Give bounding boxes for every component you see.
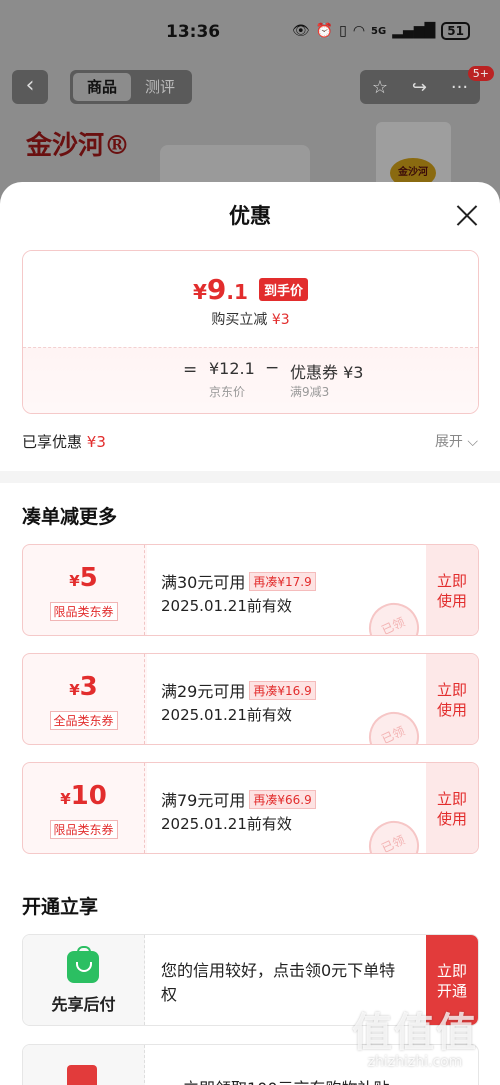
watermark-logo: 值值值 xyxy=(352,1010,478,1056)
coupon-value: ¥3 全品类东券 xyxy=(23,654,145,744)
message-badge: 5+ xyxy=(467,66,494,81)
vibrate-icon: ▯ xyxy=(339,23,347,39)
signal-icon: ▂▄▆█ xyxy=(392,23,436,39)
coupon-more-needed: 再凑¥17.9 xyxy=(249,572,316,591)
open-privilege-title: 开通立享 xyxy=(22,896,99,918)
coupon-details: 满30元可用 再凑¥17.9 2025.01.21前有效 已领 xyxy=(147,545,428,635)
status-time: 13:36 xyxy=(166,22,221,42)
final-price: ¥9.1 到手价 xyxy=(23,273,478,306)
price-breakdown: = ¥12.1 京东价 − 优惠券 ¥3 满9减3 xyxy=(23,347,478,413)
saving-text: 购买立减 ¥3 xyxy=(211,312,290,328)
coupon-more-needed: 再凑¥66.9 xyxy=(249,790,316,809)
nav-actions: ☆ ↪ ··· xyxy=(360,70,480,104)
coupon-card: ¥3 全品类东券 满29元可用 再凑¥16.9 2025.01.21前有效 已领 … xyxy=(22,653,479,745)
pay-later-brand: 先享后付 xyxy=(23,935,145,1025)
claimed-stamp: 已领 xyxy=(360,812,428,853)
site-watermark: 值值值 zhizhizhi.com xyxy=(340,1000,490,1070)
jd-price: ¥12.1 xyxy=(209,359,255,378)
tab-review[interactable]: 测评 xyxy=(131,73,189,101)
coupon-type: 限品类东券 xyxy=(49,602,118,621)
coupon-card: ¥5 限品类东券 满30元可用 再凑¥17.9 2025.01.21前有效 已领 … xyxy=(22,544,479,636)
pay-later-name: 先享后付 xyxy=(51,995,116,1014)
more-discount-title: 凑单减更多 xyxy=(22,506,118,528)
coupon-details: 满29元可用 再凑¥16.9 2025.01.21前有效 已领 xyxy=(147,654,428,744)
more-icon[interactable]: ··· xyxy=(451,77,468,98)
use-now-button[interactable]: 立即 使用 xyxy=(426,654,478,744)
expand-button[interactable]: 展开 ⌵ xyxy=(435,431,478,451)
product-tabs: 商品 测评 xyxy=(70,70,192,104)
brand-logo: 金沙河® xyxy=(26,131,131,161)
shopping-bag-icon xyxy=(67,946,99,983)
status-bar: 13:36 👁 ⏰ ▯ ◠ 5G ▂▄▆█ 51 xyxy=(0,0,500,66)
final-price-tag: 到手价 xyxy=(259,278,309,301)
subsidy-brand xyxy=(23,1045,145,1085)
sheet-title: 优惠 xyxy=(229,204,271,228)
price-summary: ¥9.1 到手价 购买立减 ¥3 xyxy=(23,251,478,347)
coupon-type: 限品类东券 xyxy=(49,820,118,839)
coupon-condition: 满29元可用 再凑¥16.9 xyxy=(161,678,316,702)
coupon-expiry: 2025.01.21前有效 xyxy=(161,815,292,833)
coupon-amount: ¥3 xyxy=(69,672,98,702)
coupon-value: ¥5 限品类东券 xyxy=(23,545,145,635)
use-now-button[interactable]: 立即 使用 xyxy=(426,545,478,635)
equals-sign: = xyxy=(183,360,198,380)
alarm-icon: ⏰ xyxy=(315,23,334,39)
coupon-deduction: 优惠券 ¥3 xyxy=(290,363,364,382)
coupon-amount: ¥5 xyxy=(69,563,98,593)
coupon-more-needed: 再凑¥16.9 xyxy=(249,681,316,700)
claimed-stamp: 已领 xyxy=(360,594,428,635)
tab-product[interactable]: 商品 xyxy=(73,73,131,101)
coupon-expiry: 2025.01.21前有效 xyxy=(161,597,292,615)
coupon-value: ¥10 限品类东券 xyxy=(23,763,145,853)
status-icons: 👁 ⏰ ▯ ◠ 5G ▂▄▆█ 51 xyxy=(292,22,470,40)
final-price-value: ¥9.1 xyxy=(192,273,248,306)
coupon-condition: 满79元可用 再凑¥66.9 xyxy=(161,787,316,811)
coupon-deduction-label: 满9减3 xyxy=(290,385,330,399)
jd-price-label: 京东价 xyxy=(209,385,246,399)
subsidy-text: 立即领取100元京东购物补贴 xyxy=(183,1075,390,1085)
coupon-type: 全品类东券 xyxy=(49,711,118,730)
close-icon[interactable] xyxy=(456,204,478,226)
share-icon[interactable]: ↪ xyxy=(412,77,427,98)
star-icon[interactable]: ☆ xyxy=(372,77,388,98)
discount-sheet: 优惠 ¥9.1 到手价 购买立减 ¥3 = ¥12.1 京东价 − 优惠券 ¥3… xyxy=(0,182,500,1085)
enjoyed-discount: 已享优惠 ¥3 xyxy=(22,433,106,451)
price-card: ¥9.1 到手价 购买立减 ¥3 = ¥12.1 京东价 − 优惠券 ¥3 满9… xyxy=(22,250,479,414)
network-label: 5G xyxy=(371,25,387,37)
wifi-icon: ◠ xyxy=(352,23,366,39)
section-divider xyxy=(0,471,500,483)
use-now-button[interactable]: 立即 使用 xyxy=(426,763,478,853)
eye-icon: 👁 xyxy=(291,23,310,39)
coupon-amount: ¥10 xyxy=(60,781,107,811)
coupon-condition: 满30元可用 再凑¥17.9 xyxy=(161,569,316,593)
minus-sign: − xyxy=(265,358,280,378)
claimed-stamp: 已领 xyxy=(360,703,428,744)
subsidy-icon xyxy=(67,1065,97,1085)
back-button[interactable]: ‹ xyxy=(12,70,48,104)
battery-icon: 51 xyxy=(441,22,470,40)
coupon-card: ¥10 限品类东券 满79元可用 再凑¥66.9 2025.01.21前有效 已领… xyxy=(22,762,479,854)
coupon-details: 满79元可用 再凑¥66.9 2025.01.21前有效 已领 xyxy=(147,763,428,853)
coupon-expiry: 2025.01.21前有效 xyxy=(161,706,292,724)
